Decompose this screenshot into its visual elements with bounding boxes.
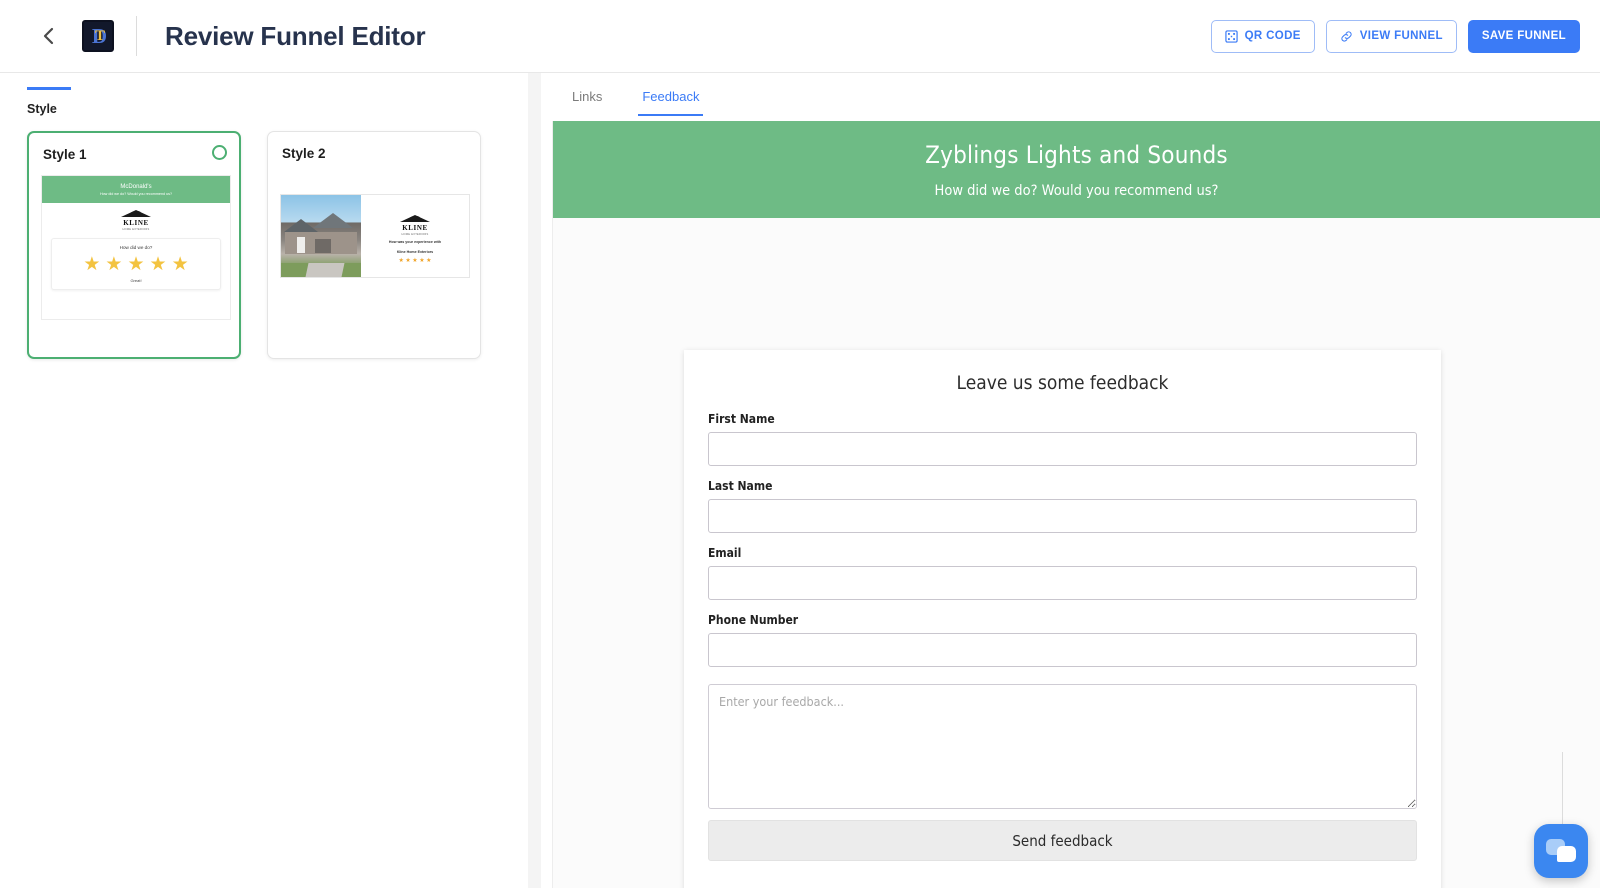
star-icon: ★ — [426, 257, 432, 264]
page-title: Review Funnel Editor — [165, 20, 426, 51]
style-1-preview-logo-word: KLINE — [123, 218, 149, 227]
style-2-preview-logo: KLINE HOME EXTERIORS — [392, 214, 438, 237]
style-card-style-2[interactable]: Style 2 KLINE HOME EXTERIORS How was you… — [267, 131, 481, 359]
phone-number-label: Phone Number — [708, 613, 799, 627]
view-funnel-button[interactable]: VIEW FUNNEL — [1325, 19, 1457, 53]
send-feedback-button[interactable]: Send feedback — [708, 820, 1417, 861]
style-2-preview-stars: ★ ★ ★ ★ ★ — [399, 258, 432, 264]
last-name-input[interactable] — [708, 499, 1417, 533]
kline-roof-bird-icon — [400, 214, 430, 224]
qr-code-button-label: QR CODE — [1244, 30, 1301, 42]
style-1-preview-banner-subtitle: How did we do? Would you recommend us? — [99, 191, 173, 196]
phone-number-input[interactable] — [708, 633, 1417, 667]
star-icon: ★ — [105, 254, 123, 275]
style-section-label: Style — [27, 102, 57, 116]
style-card-title: Style 2 — [282, 146, 326, 161]
tab-links-label: Links — [572, 89, 603, 104]
qr-code-button[interactable]: QR CODE — [1210, 19, 1315, 53]
feedback-textarea[interactable] — [708, 684, 1417, 809]
email-label: Email — [708, 546, 742, 560]
style-2-preview-content: KLINE HOME EXTERIORS How was your experi… — [361, 195, 469, 277]
style-1-preview-banner-title: McDonald's — [120, 183, 152, 190]
panel-divider-scroll-track[interactable] — [528, 73, 541, 888]
first-name-label: First Name — [708, 412, 775, 426]
star-icon: ★ — [83, 254, 101, 275]
preview-banner-title: Zyblings Lights and Sounds — [925, 140, 1228, 169]
style-1-preview-rating-caption: Great! — [130, 278, 142, 283]
style-2-preview-logo-tagline: HOME EXTERIORS — [401, 233, 429, 237]
style-1-preview-banner: McDonald's How did we do? Would you reco… — [42, 176, 230, 203]
preview-banner-subtitle: How did we do? Would you recommend us? — [934, 182, 1219, 199]
logo-letter-t: T — [95, 28, 106, 44]
style-1-preview-logo: KLINE HOME EXTERIORS — [113, 209, 159, 231]
back-button[interactable] — [26, 13, 72, 59]
style-2-preview-logo-word: KLINE — [402, 223, 428, 232]
qr-code-icon — [1224, 29, 1238, 43]
style-card-list: Style 1 McDonald's How did we do? Would … — [27, 131, 481, 359]
last-name-label: Last Name — [708, 479, 773, 493]
style-2-preview: KLINE HOME EXTERIORS How was your experi… — [280, 194, 470, 278]
star-icon: ★ — [419, 257, 425, 264]
star-icon: ★ — [405, 257, 411, 264]
style-selected-radio-icon[interactable] — [212, 145, 227, 160]
style-1-preview: McDonald's How did we do? Would you reco… — [41, 175, 231, 320]
kline-roof-bird-icon — [121, 209, 151, 219]
style-1-preview-rating-box: How did we do? ★ ★ ★ ★ ★ Great! — [51, 238, 221, 290]
email-input[interactable] — [708, 566, 1417, 600]
first-name-input[interactable] — [708, 432, 1417, 466]
preview-tabs: Links Feedback — [552, 79, 719, 116]
style-1-preview-stars: ★ ★ ★ ★ ★ — [52, 255, 220, 274]
header-divider — [136, 16, 137, 56]
top-header-bar: D T Review Funnel Editor QR CODE VIEW FU… — [0, 0, 1600, 73]
feedback-form-card: Leave us some feedback First Name Last N… — [684, 350, 1441, 888]
chat-widget-rail — [1562, 752, 1563, 824]
star-icon: ★ — [398, 257, 404, 264]
save-funnel-button[interactable]: SAVE FUNNEL — [1467, 19, 1580, 53]
star-icon: ★ — [171, 254, 189, 275]
feedback-form-heading: Leave us some feedback — [956, 372, 1169, 394]
view-funnel-button-label: VIEW FUNNEL — [1359, 30, 1443, 42]
style-card-title: Style 1 — [43, 147, 87, 162]
star-icon: ★ — [412, 257, 418, 264]
style-2-preview-question-line-1: How was your experience with — [388, 240, 442, 245]
chevron-left-icon — [39, 26, 59, 46]
style-1-preview-logo-tagline: HOME EXTERIORS — [122, 228, 150, 231]
preview-banner: Zyblings Lights and Sounds How did we do… — [553, 121, 1600, 218]
save-funnel-button-label: SAVE FUNNEL — [1481, 30, 1566, 42]
style-sidebar-panel: Style Style 1 McDonald's How did we do? … — [0, 73, 520, 888]
chat-widget-button[interactable] — [1534, 824, 1588, 878]
tab-feedback[interactable]: Feedback — [622, 79, 719, 116]
preview-panel: Links Feedback Zyblings Lights and Sound… — [541, 73, 1600, 888]
style-2-preview-house-photo — [281, 195, 361, 277]
link-icon — [1340, 30, 1353, 43]
app-logo[interactable]: D T — [82, 20, 114, 52]
tab-links[interactable]: Links — [552, 79, 622, 116]
star-icon: ★ — [127, 254, 145, 275]
funnel-preview-canvas: Zyblings Lights and Sounds How did we do… — [552, 121, 1600, 888]
style-1-preview-question: How did we do? — [119, 245, 153, 250]
style-2-preview-question-line-2: Kline Home Exteriors — [396, 249, 434, 254]
style-card-style-1[interactable]: Style 1 McDonald's How did we do? Would … — [27, 131, 241, 359]
star-icon: ★ — [149, 254, 167, 275]
sidebar-tab-indicator — [27, 87, 71, 90]
tab-feedback-label: Feedback — [642, 89, 700, 104]
header-actions: QR CODE VIEW FUNNEL SAVE FUNNEL — [1210, 19, 1580, 53]
